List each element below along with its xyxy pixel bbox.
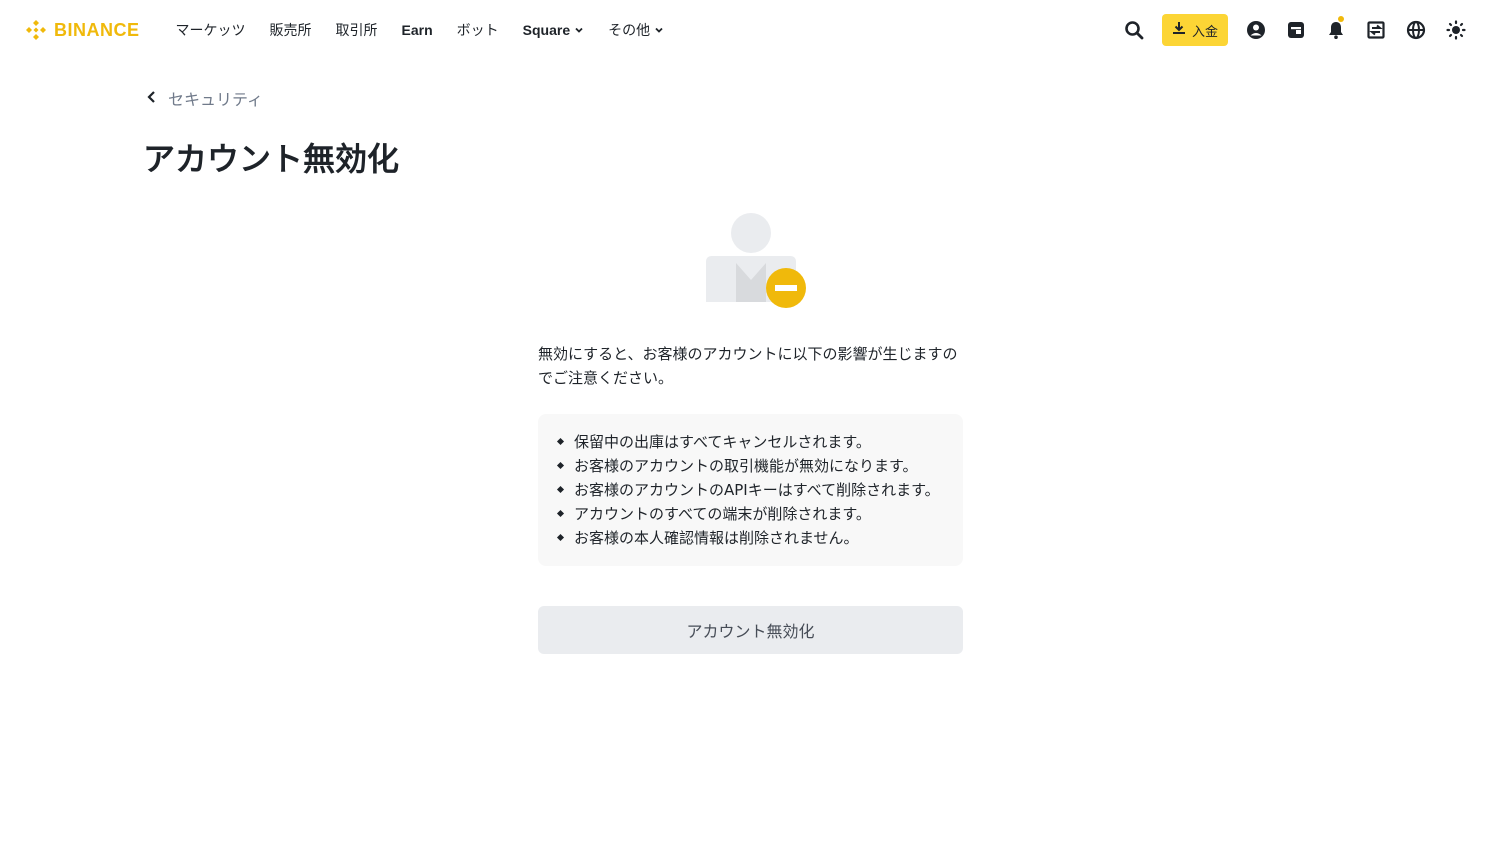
nav-item-label: ボット (456, 23, 499, 39)
chevron-down-icon (654, 25, 664, 35)
nav-item-label: 取引所 (335, 23, 378, 39)
download-icon (1172, 21, 1186, 39)
nav-item-label: Square (522, 22, 571, 38)
effects-list: 保留中の出庫はすべてキャンセルされます。 お客様のアカウントの取引機能が無効にな… (556, 430, 945, 550)
nav-item-earn[interactable]: Earn (390, 22, 445, 38)
effects-box: 保留中の出庫はすべてキャンセルされます。 お客様のアカウントの取引機能が無効にな… (538, 414, 963, 566)
diamond-bullet-icon (556, 533, 565, 542)
profile-icon[interactable] (1236, 10, 1276, 50)
list-item: お客様の本人確認情報は削除されません。 (556, 526, 945, 550)
transfer-icon[interactable] (1356, 10, 1396, 50)
diamond-bullet-icon (556, 509, 565, 518)
breadcrumb-label: セキュリティ (168, 90, 264, 109)
deposit-label: 入金 (1191, 24, 1218, 40)
globe-icon[interactable] (1396, 10, 1436, 50)
binance-logo[interactable]: BINANCE (24, 18, 140, 42)
user-minus-icon (706, 213, 806, 308)
binance-logo-text: BINANCE (54, 19, 140, 40)
list-item: お客様のアカウントの取引機能が無効になります。 (556, 454, 945, 478)
wallet-icon[interactable] (1276, 10, 1316, 50)
notification-dot (1338, 16, 1344, 22)
nav-item-label: その他 (608, 23, 651, 39)
effect-text: お客様の本人確認情報は削除されません。 (574, 529, 859, 547)
diamond-bullet-icon (556, 485, 565, 494)
header-tools: 入金 (1114, 10, 1476, 50)
top-nav-bar: BINANCE マーケッツ 販売所 取引所 Earn ボット Square その… (0, 0, 1500, 60)
nav-item-label: 販売所 (269, 23, 312, 39)
page-title: アカウント無効化 (143, 140, 400, 178)
main-nav: マーケッツ 販売所 取引所 Earn ボット Square その他 (164, 20, 677, 40)
account-disable-illustration (700, 210, 810, 310)
binance-logo-icon (24, 18, 48, 42)
list-item: 保留中の出庫はすべてキャンセルされます。 (556, 430, 945, 454)
theme-icon[interactable] (1436, 10, 1476, 50)
intro-text: 無効にすると、お客様のアカウントに以下の影響が生じますのでご注意ください。 (538, 345, 958, 387)
effect-text: お客様のアカウントのAPIキーはすべて削除されます。 (574, 481, 940, 499)
deactivate-account-button[interactable]: アカウント無効化 (538, 606, 963, 654)
search-icon[interactable] (1114, 10, 1154, 50)
chevron-left-icon (146, 89, 158, 108)
effect-text: お客様のアカウントの取引機能が無効になります。 (574, 457, 918, 475)
effect-text: 保留中の出庫はすべてキャンセルされます。 (574, 433, 871, 451)
nav-item-more[interactable]: その他 (596, 20, 676, 40)
list-item: アカウントのすべての端末が削除されます。 (556, 502, 945, 526)
deactivate-content: 無効にすると、お客様のアカウントに以下の影響が生じますのでご注意ください。 保留… (538, 342, 963, 654)
nav-item-buy-crypto[interactable]: 販売所 (258, 20, 324, 40)
nav-item-bots[interactable]: ボット (445, 20, 511, 40)
diamond-bullet-icon (556, 461, 565, 470)
nav-item-exchange[interactable]: 取引所 (324, 20, 390, 40)
back-to-security-link[interactable]: セキュリティ (146, 86, 263, 110)
list-item: お客様のアカウントのAPIキーはすべて削除されます。 (556, 478, 945, 502)
effect-text: アカウントのすべての端末が削除されます。 (574, 505, 871, 523)
diamond-bullet-icon (556, 437, 565, 446)
nav-item-markets[interactable]: マーケッツ (164, 20, 258, 40)
chevron-down-icon (574, 25, 584, 35)
nav-item-square[interactable]: Square (511, 22, 596, 38)
bell-icon[interactable] (1316, 10, 1356, 50)
nav-item-label: Earn (401, 22, 433, 38)
deposit-button[interactable]: 入金 (1161, 14, 1228, 46)
nav-item-label: マーケッツ (175, 23, 246, 39)
